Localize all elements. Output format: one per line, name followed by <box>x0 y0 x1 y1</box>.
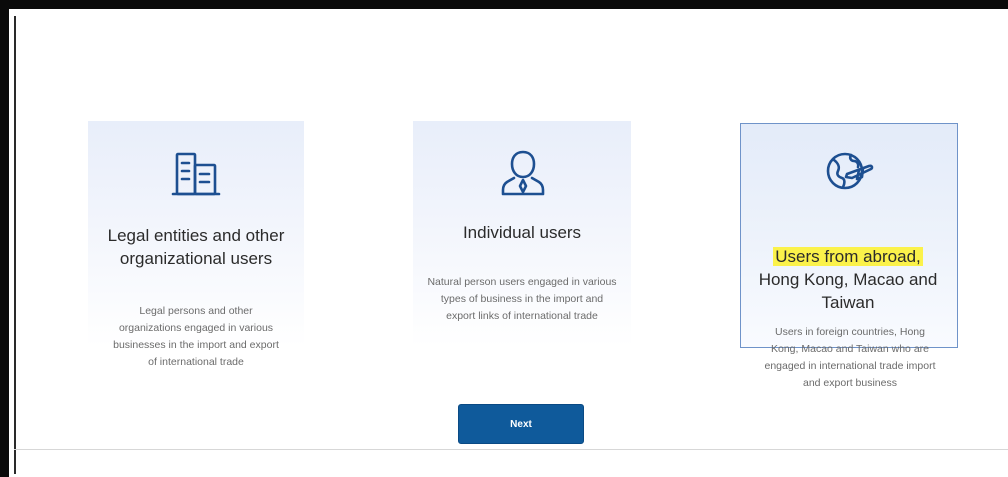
card-description: Users in foreign countries, Hong Kong, M… <box>764 326 936 389</box>
building-icon <box>169 148 223 202</box>
globe-plane-icon <box>821 144 875 198</box>
card-title-rest: Hong Kong, Macao and Taiwan <box>758 270 938 312</box>
card-title: Users from abroad, Hong Kong, Macao and … <box>750 245 946 314</box>
card-title: Individual users <box>462 223 582 242</box>
next-button[interactable]: Next <box>458 404 584 444</box>
bottom-divider <box>14 449 1008 450</box>
card-description: Legal persons and other organizations en… <box>113 305 279 368</box>
card-description: Natural person users engaged in various … <box>427 276 617 322</box>
frame-inner-line <box>14 16 16 474</box>
card-title: Legal entities and other organizational … <box>107 226 285 268</box>
card-title-highlighted: Users from abroad, <box>773 247 923 266</box>
user-icon <box>496 146 550 200</box>
